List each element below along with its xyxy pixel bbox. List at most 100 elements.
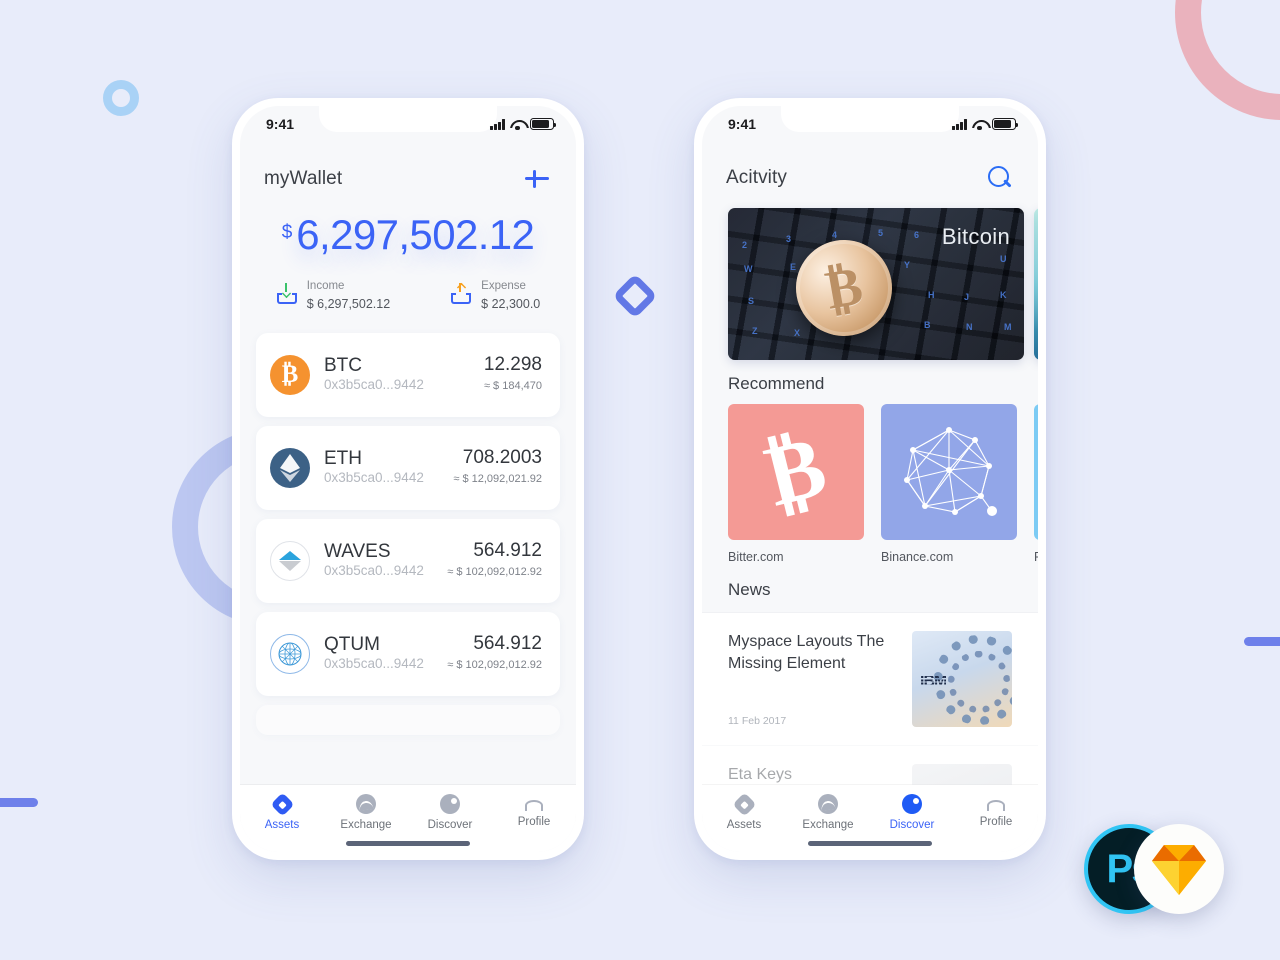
expense-summary[interactable]: Expense $ 22,300.0 — [450, 276, 540, 313]
asset-row-eth[interactable]: ETH 0x3b5ca0...9442 708.2003 ≈ $ 12,092,… — [256, 425, 560, 510]
home-indicator[interactable] — [346, 841, 470, 846]
discover-icon — [902, 794, 922, 814]
asset-fiat: ≈ $ 12,092,021.92 — [453, 473, 542, 486]
phone-mockup-discover: 9:41 Acitvity 2W SZ 3E X4 5 6 Y H B J N … — [694, 98, 1046, 860]
recommend-row[interactable]: ₿ Bitter.com Binance.com — [702, 404, 1038, 564]
asset-address: 0x3b5ca0...9442 — [324, 377, 424, 393]
asset-amount: 708.2003 — [462, 447, 542, 469]
tab-discover[interactable]: Discover — [870, 794, 954, 831]
news-thumbnail: IBM — [912, 631, 1012, 727]
tab-exchange[interactable]: Exchange — [324, 794, 408, 831]
news-list[interactable]: Myspace Layouts The Missing Element 11 F… — [702, 612, 1038, 785]
hero-carousel[interactable]: 2W SZ 3E X4 56 YH BJ NK MU ₿ Bitcoin — [702, 198, 1038, 360]
profile-icon — [525, 800, 543, 811]
discover-scroll-area[interactable]: 2W SZ 3E X4 56 YH BJ NK MU ₿ Bitcoin Rec… — [702, 198, 1038, 785]
tab-label: Profile — [517, 816, 551, 828]
wifi-icon — [510, 119, 525, 131]
page-title: Acitvity — [726, 167, 787, 188]
tab-profile[interactable]: Profile — [954, 794, 1038, 831]
asset-fiat: ≈ $ 102,092,012.92 — [447, 566, 542, 579]
exchange-icon — [818, 794, 838, 814]
news-headline: Eta Keys — [728, 766, 793, 783]
right-pill-decoration — [1244, 637, 1280, 646]
recommend-item-bitter[interactable]: ₿ Bitter.com — [728, 404, 864, 564]
app-badges: Ps — [1084, 824, 1234, 916]
hero-card-next[interactable] — [1034, 208, 1038, 360]
tab-exchange[interactable]: Exchange — [786, 794, 870, 831]
asset-row-partial[interactable] — [256, 704, 560, 735]
asset-row-waves[interactable]: WAVES 0x3b5ca0...9442 564.912 ≈ $ 102,09… — [256, 518, 560, 603]
search-icon[interactable] — [986, 164, 1014, 192]
asset-symbol: QTUM — [324, 633, 380, 655]
diamond-outline-decoration — [612, 273, 658, 319]
btc-coin-icon: ₿ — [270, 354, 310, 395]
news-thumbnail — [912, 764, 1012, 785]
status-time: 9:41 — [728, 116, 757, 132]
asset-address: 0x3b5ca0...9442 — [324, 656, 424, 672]
balance-row: $ 6,297,502.12 — [240, 214, 576, 256]
page-title: myWallet — [264, 168, 343, 189]
status-indicators — [952, 118, 1019, 131]
hero-caption: Bitcoin — [941, 224, 1010, 249]
income-summary[interactable]: Income $ 6,297,502.12 — [276, 276, 390, 313]
activity-header: Acitvity — [702, 142, 1038, 198]
news-headline: Myspace Layouts The Missing Element — [728, 633, 885, 672]
wifi-icon — [972, 119, 987, 131]
home-indicator[interactable] — [808, 841, 932, 846]
wallet-screen: 9:41 myWallet $ 6,297,502.12 Income $ 6,… — [240, 106, 576, 852]
recommend-title: Recommend — [728, 374, 825, 393]
tab-label: Profile — [979, 816, 1013, 828]
waves-coin-icon — [270, 540, 310, 581]
tab-label: Discover — [427, 819, 473, 831]
network-graph-icon — [881, 404, 1017, 540]
asset-amount: 12.298 — [483, 354, 542, 376]
add-wallet-button[interactable] — [522, 164, 552, 194]
bitcoin-b-icon: ₿ — [728, 404, 864, 540]
expense-icon — [450, 283, 472, 305]
news-item[interactable]: Eta Keys — [702, 745, 1038, 785]
tab-profile[interactable]: Profile — [492, 794, 576, 831]
income-icon — [276, 283, 298, 305]
pink-ring-decoration — [1175, 0, 1280, 120]
diamond-icon — [731, 791, 757, 817]
left-pill-decoration — [0, 798, 38, 807]
income-label: Income — [306, 280, 345, 292]
news-item[interactable]: Myspace Layouts The Missing Element 11 F… — [702, 612, 1038, 745]
tab-label: Exchange — [802, 819, 854, 831]
tab-assets[interactable]: Assets — [240, 791, 324, 831]
expense-label: Expense — [481, 280, 526, 292]
poloniex-icon — [1034, 404, 1038, 540]
signal-icon — [952, 119, 967, 130]
profile-icon — [987, 800, 1005, 811]
recommend-item-binance[interactable]: Binance.com — [881, 404, 1017, 564]
asset-row-btc[interactable]: ₿ BTC 0x3b5ca0...9442 12.298 ≈ $ 184,470 — [256, 332, 560, 417]
asset-symbol: BTC — [324, 354, 362, 376]
balance-amount: 6,297,502.12 — [296, 211, 535, 258]
asset-amount: 564.912 — [473, 633, 542, 655]
recommend-name: Poloniex.com — [1034, 540, 1038, 564]
hero-card-bitcoin[interactable]: 2W SZ 3E X4 56 YH BJ NK MU ₿ Bitcoin — [728, 208, 1024, 360]
tab-label: Exchange — [340, 819, 392, 831]
tab-assets[interactable]: Assets — [702, 791, 786, 831]
tab-label: Assets — [726, 819, 762, 831]
asset-fiat: ≈ $ 184,470 — [483, 380, 542, 393]
recommend-name: Binance.com — [881, 550, 954, 564]
expense-value: $ 22,300.0 — [481, 296, 541, 311]
wallet-header: myWallet — [240, 142, 576, 200]
tab-discover[interactable]: Discover — [408, 794, 492, 831]
exchange-icon — [356, 794, 376, 814]
asset-list[interactable]: ₿ BTC 0x3b5ca0...9442 12.298 ≈ $ 184,470 — [240, 317, 576, 785]
battery-icon — [992, 118, 1019, 130]
recommend-item-poloniex[interactable]: Poloniex.com — [1034, 404, 1038, 564]
signal-icon — [490, 119, 505, 130]
tab-label: Assets — [264, 819, 300, 831]
asset-row-qtum[interactable]: QTUM 0x3b5ca0...9442 564.912 ≈ $ 102,092… — [256, 611, 560, 696]
income-value: $ 6,297,502.12 — [306, 296, 391, 311]
asset-symbol: ETH — [324, 447, 362, 469]
status-bar: 9:41 — [240, 106, 576, 142]
asset-symbol: WAVES — [324, 540, 391, 562]
discover-icon — [440, 794, 460, 814]
diamond-icon — [269, 791, 295, 817]
balance-section: $ 6,297,502.12 Income $ 6,297,502.12 Exp… — [240, 200, 576, 317]
currency-symbol: $ — [281, 222, 293, 243]
